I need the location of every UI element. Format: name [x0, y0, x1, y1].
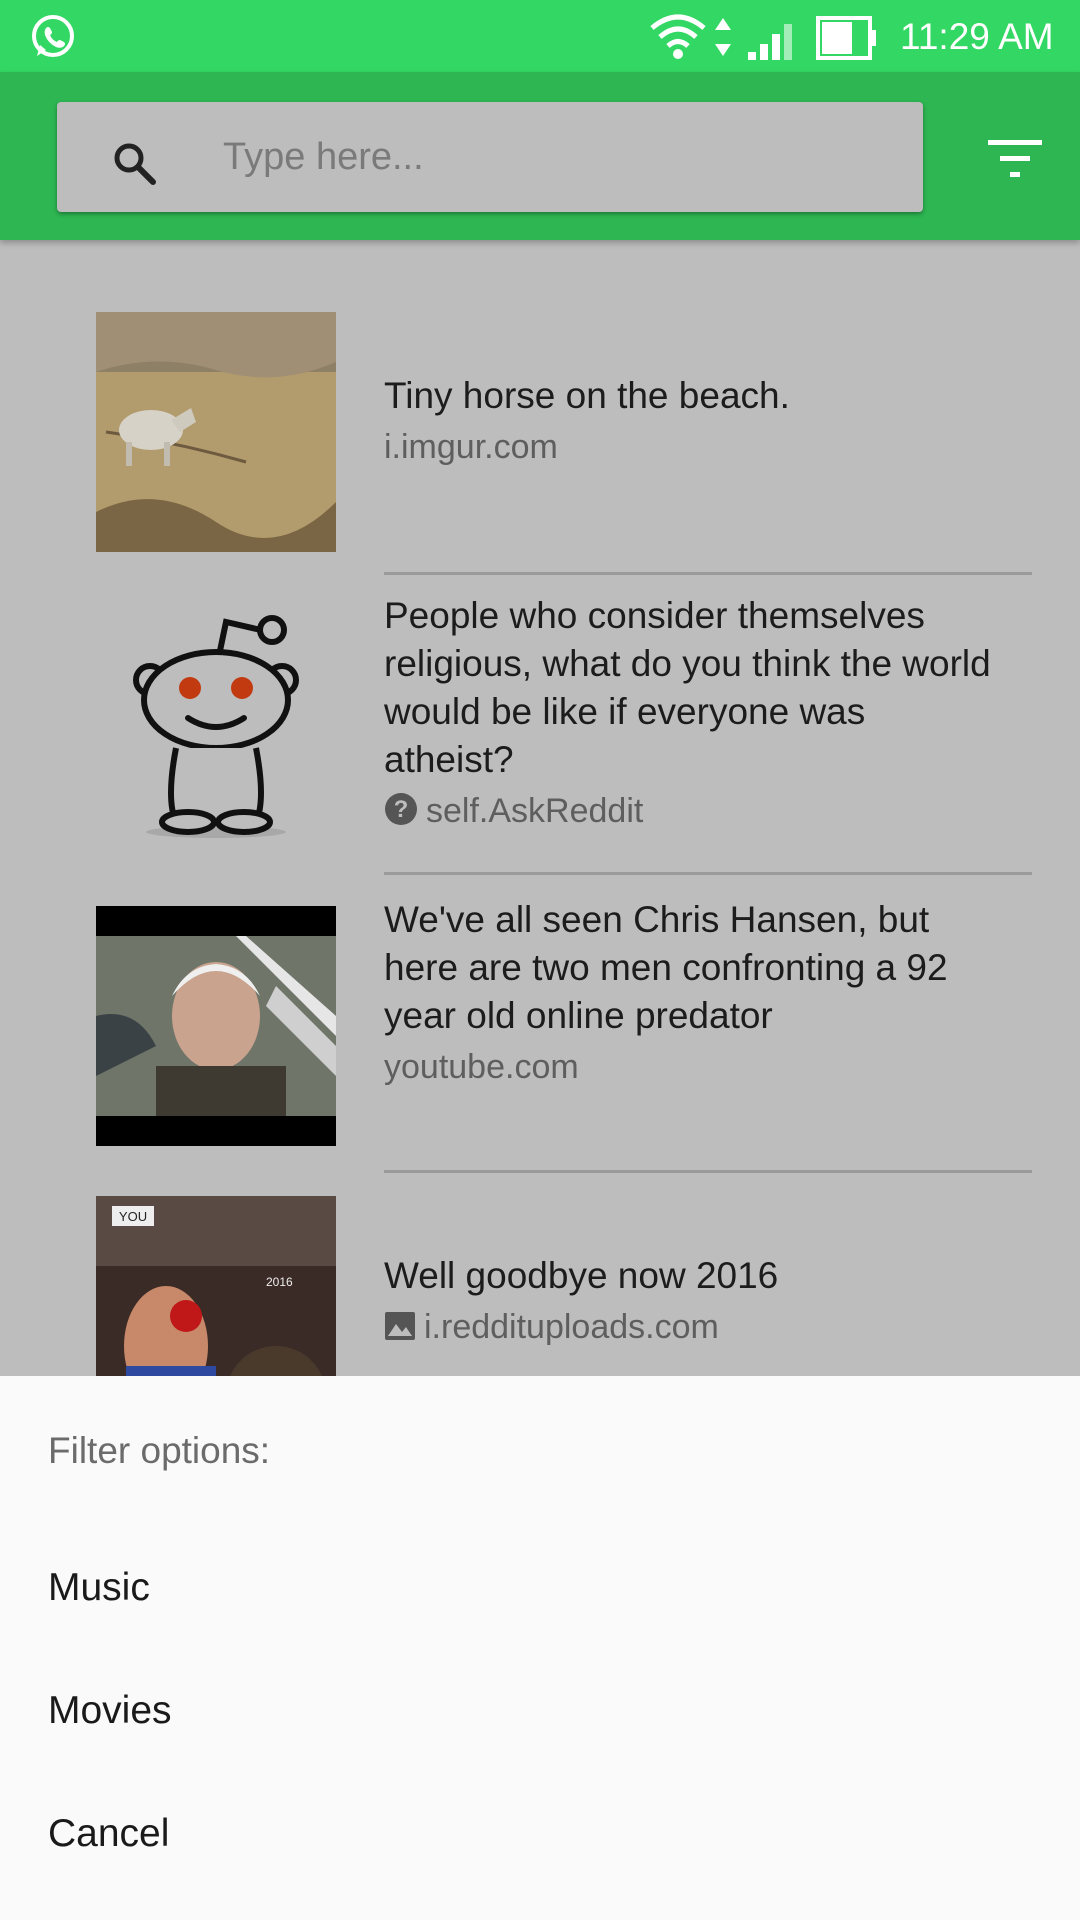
sheet-title: Filter options:	[48, 1430, 271, 1471]
svg-text:?: ?	[394, 796, 409, 823]
search-bar[interactable]	[57, 102, 923, 212]
post-text: We've all seen Chris Hansen, but here ar…	[384, 896, 1004, 1090]
divider	[384, 572, 1032, 575]
post-domain: youtube.com	[384, 1048, 579, 1086]
wifi-icon	[650, 14, 706, 59]
svg-text:2016: 2016	[266, 1275, 293, 1289]
svg-text:YOU: YOU	[119, 1209, 147, 1224]
post-domain: i.imgur.com	[384, 428, 558, 466]
cancel-button[interactable]: Cancel	[48, 1794, 1028, 1874]
post-domain: i.reddituploads.com	[384, 1304, 1004, 1350]
status-bar: 11:29 AM	[0, 0, 1080, 72]
old-man-video-still	[96, 906, 336, 1146]
post-title: People who consider themselves religious…	[384, 595, 991, 780]
post-title: Well goodbye now 2016	[384, 1255, 779, 1296]
cell-signal-icon	[748, 24, 792, 60]
image-icon	[385, 1312, 415, 1340]
post-list: Tiny horse on the beach. i.imgur.com Peo…	[0, 240, 1080, 1376]
horse-on-beach-photo	[96, 312, 336, 552]
post-text: People who consider themselves religious…	[384, 592, 1004, 834]
post-text: Well goodbye now 2016 i.reddituploads.co…	[384, 1252, 1004, 1350]
app-toolbar	[0, 72, 1080, 240]
filter-options-sheet: Filter options: Music Movies Cancel	[0, 1376, 1080, 1920]
post-title: We've all seen Chris Hansen, but here ar…	[384, 899, 948, 1036]
battery-icon	[816, 16, 876, 60]
filter-option-music[interactable]: Music	[48, 1548, 1028, 1628]
filter-icon[interactable]	[986, 134, 1044, 182]
reddit-alien-icon	[133, 615, 299, 838]
boxing-meme-photo: YOU 2016	[96, 1196, 336, 1376]
post-title: Tiny horse on the beach.	[384, 375, 790, 416]
data-activity-icon	[715, 18, 731, 56]
search-icon	[114, 143, 156, 185]
divider	[384, 1170, 1032, 1173]
filter-option-movies[interactable]: Movies	[48, 1671, 1028, 1751]
divider	[384, 872, 1032, 875]
post-domain: ? self.AskReddit	[384, 788, 1004, 834]
question-icon: ?	[385, 793, 417, 825]
whatsapp-icon	[32, 15, 74, 57]
post-text: Tiny horse on the beach. i.imgur.com	[384, 372, 1004, 470]
search-input[interactable]	[221, 124, 865, 190]
clock: 11:29 AM	[900, 16, 1054, 57]
